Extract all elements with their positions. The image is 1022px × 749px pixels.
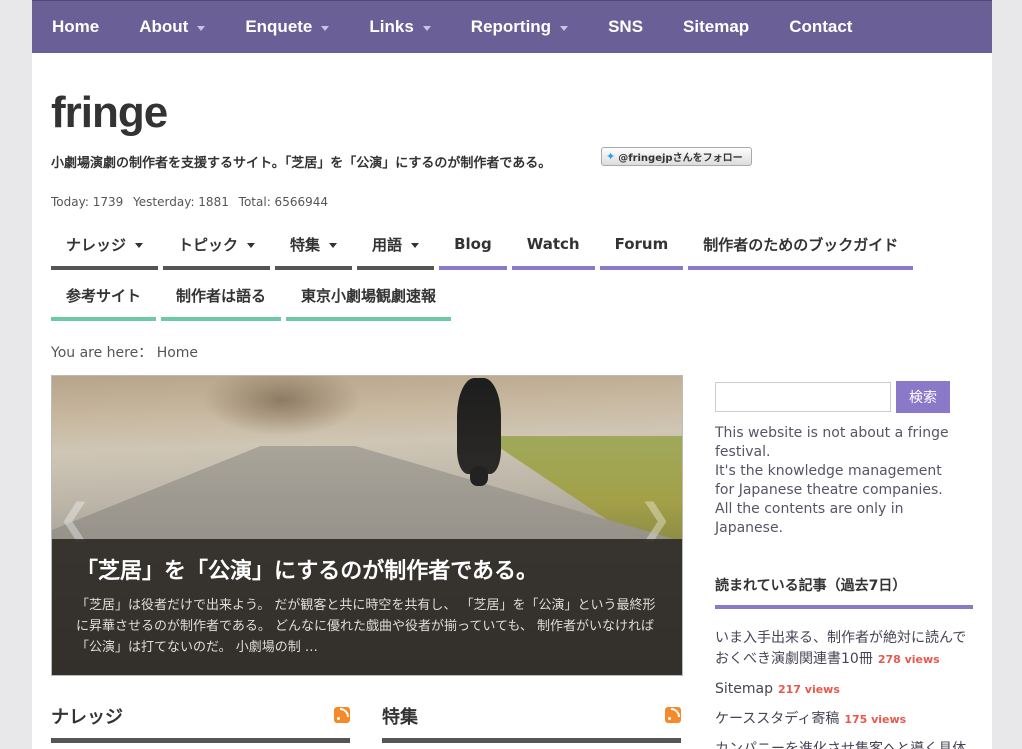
visit-counter: Today: 1739 Yesterday: 1881 Total: 65669… [51, 195, 334, 209]
chevron-down-icon [411, 242, 420, 248]
catnav-feature[interactable]: 特集 [275, 222, 353, 270]
catnav-producers-talk[interactable]: 制作者は語る [161, 273, 282, 321]
nav-links[interactable]: Links [349, 1, 450, 53]
list-item[interactable]: Sitemap 217 views [715, 679, 973, 700]
nav-reporting[interactable]: Reporting [451, 1, 588, 53]
slider-excerpt: 「芝居」は役者だけで出来よう。 だが観客と共に時空を共有し、 「芝居」を「公演」… [76, 598, 656, 655]
chevron-left-icon[interactable]: ❮ [58, 496, 92, 542]
category-nav: ナレッジ トピック 特集 用語 Blog Watch Forum 制作者のための… [51, 222, 918, 324]
catnav-bookguide[interactable]: 制作者のためのブックガイド [688, 222, 914, 270]
popular-item-title: Sitemap [715, 681, 773, 697]
about-line-2: It's the knowledge management for Japane… [715, 463, 943, 498]
site-logo[interactable]: fringe [51, 88, 168, 138]
catnav-bookguide-label: 制作者のためのブックガイド [703, 235, 899, 254]
nav-enquete-label: Enquete [245, 17, 313, 36]
slider-photo-wheel [470, 466, 488, 486]
about-line-1: This website is not about a fringe festi… [715, 425, 949, 460]
catnav-blog[interactable]: Blog [439, 222, 507, 270]
twitter-bird-icon: ✦ [606, 150, 616, 163]
popular-posts-title: 読まれている記事（過去7日） [715, 578, 907, 594]
rss-icon[interactable] [665, 707, 681, 723]
catnav-feature-label: 特集 [290, 235, 321, 254]
about-text: This website is not about a fringe festi… [715, 424, 965, 538]
catnav-forum[interactable]: Forum [599, 222, 684, 270]
popular-item-views: 217 views [777, 683, 840, 696]
chevron-down-icon [329, 242, 338, 248]
nav-about-label: About [139, 17, 189, 36]
nav-sns-label: SNS [608, 17, 644, 36]
popular-item-views: 278 views [877, 653, 940, 666]
chevron-down-icon [197, 25, 206, 31]
slider-title[interactable]: 「芝居」を「公演」にするのが制作者である。 [76, 553, 538, 585]
counter-today: Today: 1739 [51, 195, 124, 209]
catnav-watch-label: Watch [526, 235, 580, 253]
widget-knowledge-divider [51, 738, 350, 743]
catnav-knowledge-label: ナレッジ [66, 235, 127, 254]
breadcrumb-prefix: You are here： [51, 345, 153, 361]
breadcrumb-home[interactable]: Home [157, 345, 198, 361]
slider-photo-rider [457, 378, 501, 474]
catnav-tokyo-report[interactable]: 東京小劇場観劇速報 [286, 273, 452, 321]
slider-photo-tree [202, 376, 362, 436]
site-tagline: 小劇場演劇の制作者を支援するサイト。「芝居」を「公演」にするのが制作者である。 [51, 156, 552, 171]
nav-enquete[interactable]: Enquete [225, 1, 349, 53]
catnav-glossary-label: 用語 [372, 235, 403, 254]
catnav-tokyo-label: 東京小劇場観劇速報 [301, 286, 437, 305]
chevron-down-icon [247, 242, 256, 248]
popular-posts-list: いま入手出来る、制作者が絶対に読んでおくべき演劇関連書10冊 278 views … [715, 628, 973, 749]
nav-sitemap-label: Sitemap [683, 17, 750, 36]
about-line-3: All the contents are only in Japanese. [715, 501, 904, 536]
nav-home[interactable]: Home [32, 1, 119, 53]
catnav-topic-label: トピック [178, 235, 239, 254]
counter-yesterday: Yesterday: 1881 [133, 195, 229, 209]
nav-home-label: Home [52, 17, 100, 36]
slider-caption: 「芝居」を「公演」にするのが制作者である。 「芝居」は役者だけで出来よう。 だが… [52, 539, 682, 675]
search-button[interactable]: 検索 [896, 381, 950, 413]
widget-feature-divider [382, 738, 681, 743]
featured-slider[interactable]: ❮ ❯ 「芝居」を「公演」にするのが制作者である。 「芝居」は役者だけで出来よう… [51, 375, 683, 676]
list-item[interactable]: いま入手出来る、制作者が絶対に読んでおくべき演劇関連書10冊 278 views [715, 628, 973, 670]
popular-posts-divider [715, 605, 973, 609]
list-item[interactable]: カンパニーを進化させ集客へと導く具体 [715, 739, 973, 749]
catnav-blog-label: Blog [454, 235, 492, 253]
chevron-down-icon [321, 25, 330, 31]
widget-knowledge-title[interactable]: ナレッジ [51, 703, 123, 729]
nav-reporting-label: Reporting [470, 17, 552, 36]
follow-label: @fringejpさんをフォロー [618, 153, 743, 164]
top-nav: Home About Enquete Links Reporting SNS S… [32, 0, 992, 53]
popular-item-title: カンパニーを進化させ集客へと導く具体 [715, 741, 967, 749]
catnav-glossary[interactable]: 用語 [357, 222, 435, 270]
twitter-follow-button[interactable]: ✦ @fringejpさんをフォロー [601, 147, 752, 166]
popular-item-views: 175 views [844, 713, 907, 726]
widget-feature-title[interactable]: 特集 [382, 703, 418, 729]
nav-contact[interactable]: Contact [769, 1, 872, 53]
chevron-down-icon [135, 242, 144, 248]
nav-sns[interactable]: SNS [588, 1, 663, 53]
catnav-forum-label: Forum [614, 235, 669, 253]
catnav-topic[interactable]: トピック [163, 222, 271, 270]
catnav-reference-sites[interactable]: 参考サイト [51, 273, 157, 321]
nav-links-label: Links [369, 17, 414, 36]
popular-item-title: ケーススタディ寄稿 [715, 711, 840, 727]
breadcrumb: You are here： Home [51, 342, 198, 362]
chevron-down-icon [422, 25, 431, 31]
nav-sitemap[interactable]: Sitemap [663, 1, 769, 53]
nav-about[interactable]: About [119, 1, 225, 53]
page: Home About Enquete Links Reporting SNS S… [32, 0, 992, 749]
chevron-right-icon[interactable]: ❯ [638, 496, 672, 542]
counter-total: Total: 6566944 [238, 195, 328, 209]
catnav-knowledge[interactable]: ナレッジ [51, 222, 159, 270]
catnav-reference-label: 参考サイト [66, 286, 142, 305]
chevron-down-icon [560, 25, 569, 31]
list-item[interactable]: ケーススタディ寄稿 175 views [715, 709, 973, 730]
search-input[interactable] [715, 382, 891, 412]
catnav-producers-label: 制作者は語る [176, 286, 267, 305]
catnav-watch[interactable]: Watch [511, 222, 595, 270]
nav-contact-label: Contact [789, 17, 853, 36]
rss-icon[interactable] [334, 707, 350, 723]
